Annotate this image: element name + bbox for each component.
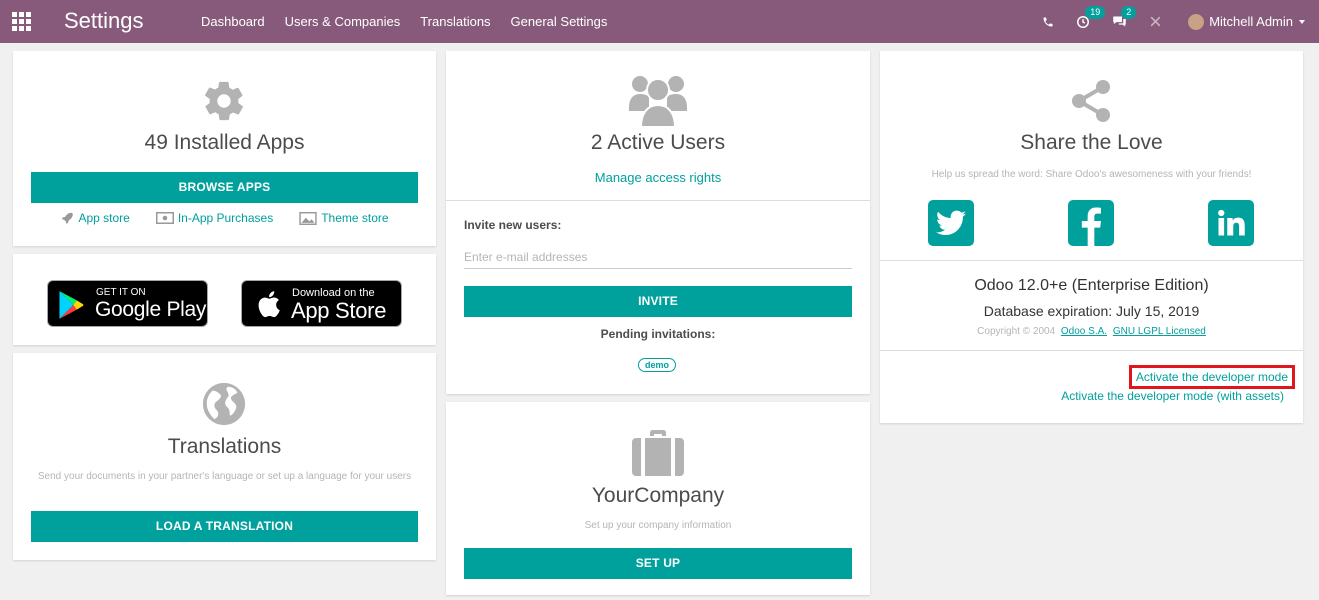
company-description: Set up your company information xyxy=(584,520,732,531)
user-name: Mitchell Admin xyxy=(1209,14,1293,29)
divider xyxy=(880,260,1303,261)
invite-label: Invite new users: xyxy=(464,218,562,232)
license-link[interactable]: GNU LGPL Licensed xyxy=(1113,326,1206,337)
expiration-text: Database expiration: July 15, 2019 xyxy=(983,303,1200,319)
systray: 19 2 Mitchell Admin xyxy=(1020,0,1305,43)
share-card: Share the Love Help us spread the word: … xyxy=(880,51,1303,423)
picture-icon xyxy=(299,211,317,225)
app-store-badge[interactable]: Download on the App Store xyxy=(241,280,402,327)
globe-icon xyxy=(201,381,247,432)
main-menu: Dashboard Users & Companies Translations… xyxy=(191,0,617,43)
facebook-icon[interactable] xyxy=(1068,200,1114,246)
messages-chat-icon[interactable]: 2 xyxy=(1112,6,1137,28)
load-translation-button[interactable]: LOAD A TRANSLATION xyxy=(31,511,418,542)
active-users-title: 2 Active Users xyxy=(590,131,726,154)
mobile-apps-card: GET IT ON Google Play Download on the Ap… xyxy=(13,254,436,345)
divider xyxy=(446,200,870,201)
version-text: Odoo 12.0+e (Enterprise Edition) xyxy=(974,277,1209,294)
rocket-icon xyxy=(62,212,74,224)
installed-apps-title: 49 Installed Apps xyxy=(144,131,305,154)
users-card: 2 Active Users Manage access rights Invi… xyxy=(446,51,870,394)
apple-icon xyxy=(258,291,280,318)
app-brand: Settings xyxy=(64,8,144,33)
briefcase-icon xyxy=(632,430,684,481)
translations-title: Translations xyxy=(167,435,282,458)
user-menu[interactable]: Mitchell Admin xyxy=(1188,13,1305,30)
twitter-icon[interactable] xyxy=(928,200,974,246)
activate-developer-mode-assets-link[interactable]: Activate the developer mode (with assets… xyxy=(1061,389,1284,403)
divider xyxy=(880,350,1303,351)
share-description: Help us spread the word: Share Odoo's aw… xyxy=(931,169,1252,180)
odoo-sa-link[interactable]: Odoo S.A. xyxy=(1061,326,1107,337)
tools-icon[interactable] xyxy=(1149,15,1162,28)
menu-users-companies[interactable]: Users & Companies xyxy=(275,0,411,43)
translations-description: Send your documents in your partner's la… xyxy=(37,471,412,482)
money-icon xyxy=(155,212,174,224)
activities-clock-icon[interactable]: 19 xyxy=(1076,5,1106,29)
phone-icon[interactable] xyxy=(1042,16,1054,28)
google-play-small-text: GET IT ON xyxy=(96,287,146,298)
users-icon xyxy=(629,73,687,132)
menu-dashboard[interactable]: Dashboard xyxy=(191,0,275,43)
menu-translations[interactable]: Translations xyxy=(410,0,500,43)
gear-icon xyxy=(201,78,247,129)
avatar xyxy=(1188,13,1205,30)
company-title: YourCompany xyxy=(591,484,725,507)
app-store-big-text: App Store xyxy=(291,298,387,323)
company-card: YourCompany Set up your company informat… xyxy=(446,402,870,595)
in-app-purchases-link[interactable]: In-App Purchases xyxy=(155,211,273,225)
activities-badge: 19 xyxy=(1085,5,1106,19)
invite-button[interactable]: INVITE xyxy=(464,286,852,317)
share-icon xyxy=(1067,77,1115,130)
copyright-text: Copyright © 2004 xyxy=(977,326,1056,337)
google-play-big-text: Google Play xyxy=(95,298,207,321)
activate-developer-mode-link[interactable]: Activate the developer mode xyxy=(1136,370,1288,384)
caret-down-icon xyxy=(1299,19,1305,24)
menu-general-settings[interactable]: General Settings xyxy=(501,0,618,43)
set-up-company-button[interactable]: SET UP xyxy=(464,548,852,579)
copyright-line: Copyright © 2004 Odoo S.A. GNU LGPL Lice… xyxy=(880,326,1303,337)
apps-card: 49 Installed Apps BROWSE APPS App store … xyxy=(13,51,436,246)
app-store-link[interactable]: App store xyxy=(60,211,130,225)
linkedin-icon[interactable] xyxy=(1208,200,1254,246)
apps-menu-icon[interactable] xyxy=(12,12,31,31)
app-store-links: App store In-App Purchases Theme store xyxy=(13,211,436,225)
pending-invitations-label: Pending invitations: xyxy=(600,327,716,341)
top-navbar: Settings Dashboard Users & Companies Tra… xyxy=(0,0,1319,43)
invite-email-input[interactable] xyxy=(464,245,852,269)
translations-card: Translations Send your documents in your… xyxy=(13,353,436,560)
manage-access-rights-link[interactable]: Manage access rights xyxy=(446,170,870,185)
google-play-icon xyxy=(59,291,84,319)
google-play-badge[interactable]: GET IT ON Google Play xyxy=(47,280,208,327)
share-title: Share the Love xyxy=(1020,131,1163,154)
theme-store-link[interactable]: Theme store xyxy=(299,211,389,225)
browse-apps-button[interactable]: BROWSE APPS xyxy=(31,172,418,203)
developer-mode-highlight: Activate the developer mode xyxy=(1128,365,1295,389)
pending-invitation-tag[interactable]: demo xyxy=(638,358,677,372)
messages-badge: 2 xyxy=(1121,6,1137,19)
